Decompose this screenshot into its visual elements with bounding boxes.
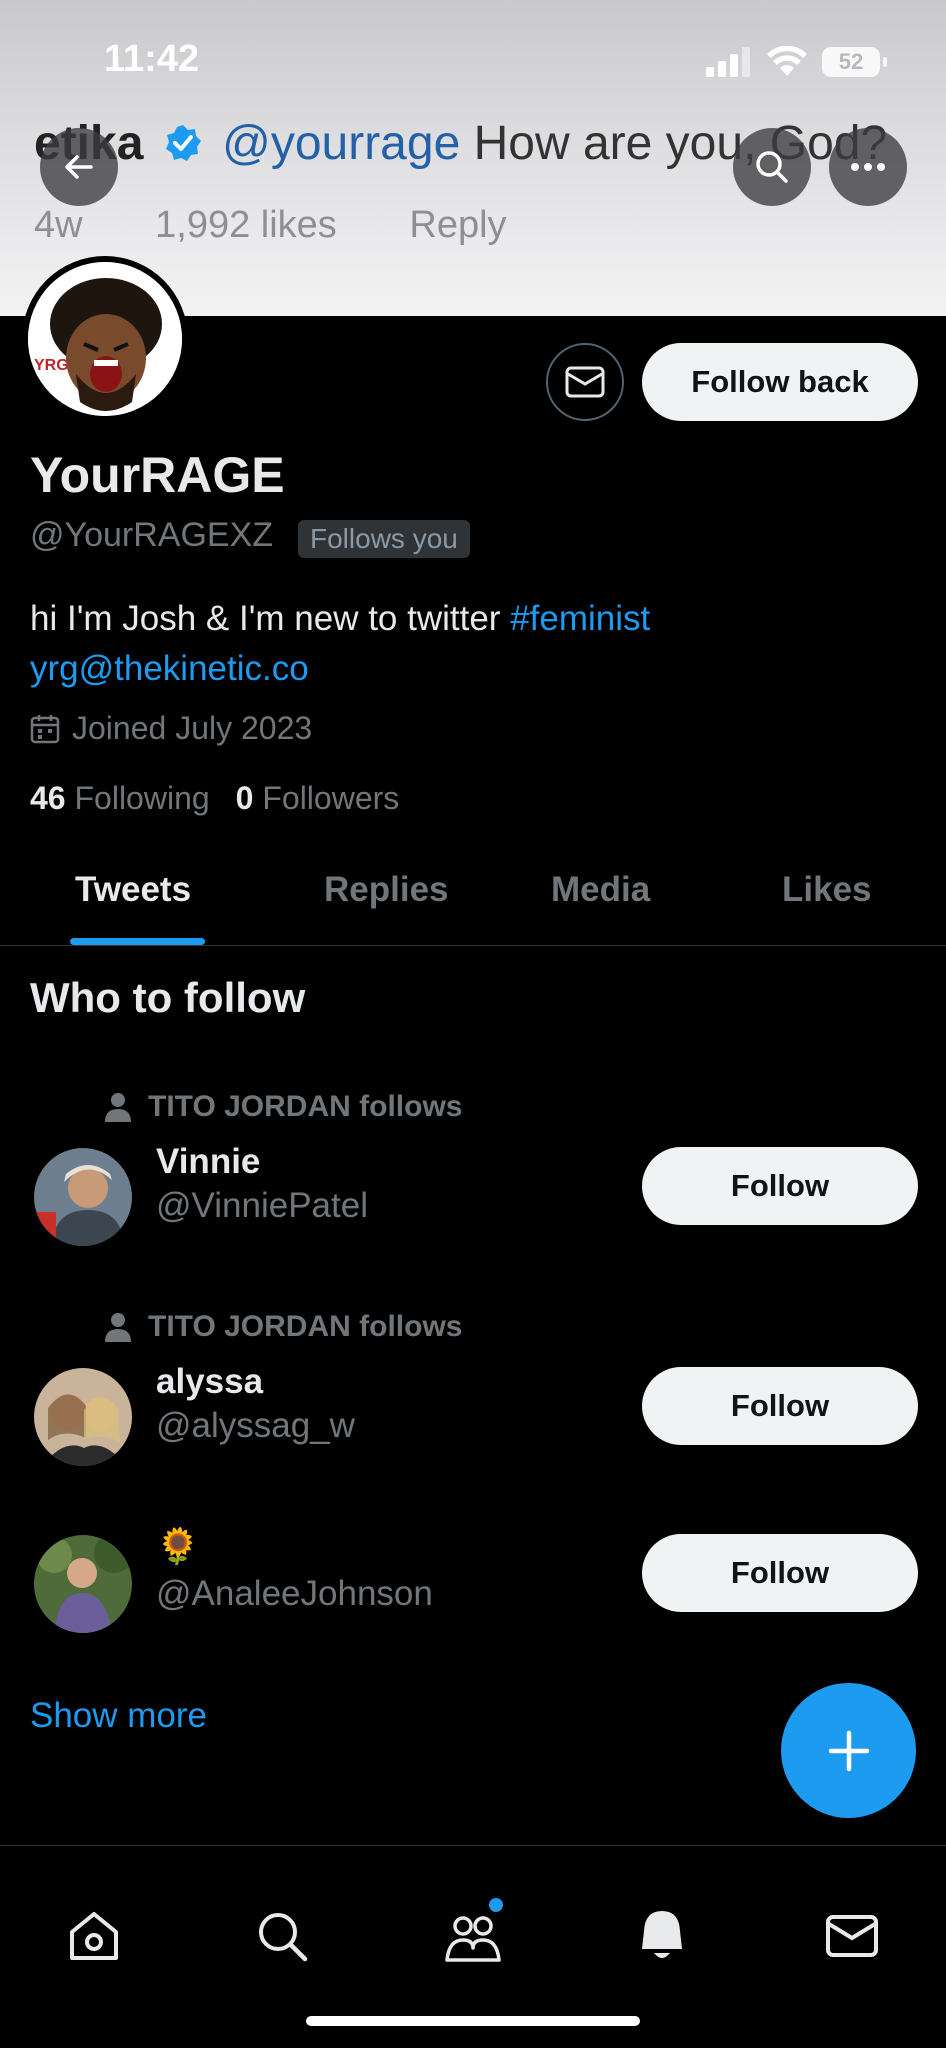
- profile-bio: hi I'm Josh & I'm new to twitter #femini…: [30, 594, 650, 694]
- compose-tweet-button[interactable]: [781, 1683, 916, 1818]
- status-icons: 52: [706, 46, 887, 78]
- search-icon: [756, 151, 788, 183]
- suggestion-handle[interactable]: @AnaleeJohnson: [156, 1574, 433, 1614]
- calendar-icon: [30, 714, 60, 743]
- following-stat[interactable]: 46 Following: [30, 780, 210, 817]
- follow-stats: 46 Following 0 Followers: [30, 780, 399, 817]
- active-tab-indicator: [70, 938, 205, 945]
- follow-back-button[interactable]: Follow back: [642, 343, 918, 421]
- suggestion-handle[interactable]: @VinniePatel: [156, 1186, 368, 1226]
- bio-email-link[interactable]: yrg@thekinetic.co: [30, 644, 650, 694]
- tab-likes[interactable]: Likes: [782, 870, 872, 910]
- suggestion-avatar[interactable]: [34, 1148, 132, 1246]
- nav-communities[interactable]: [441, 1898, 505, 1968]
- background-tweet-likes: 1,992 likes: [155, 204, 337, 246]
- notifications-icon: [642, 1911, 682, 1958]
- nav-notifications[interactable]: [630, 1904, 694, 1968]
- suggestion-name[interactable]: 🌻: [156, 1526, 200, 1567]
- battery-indicator: 52: [822, 47, 887, 77]
- background-tweet-age: 4w: [34, 204, 83, 246]
- profile-avatar[interactable]: YRG: [22, 256, 188, 422]
- profile-display-name: YourRAGE: [30, 447, 285, 503]
- joined-date: Joined July 2023: [30, 710, 312, 747]
- bio-hashtag-link[interactable]: #feminist: [510, 599, 650, 638]
- message-button[interactable]: [546, 343, 624, 421]
- tab-replies[interactable]: Replies: [324, 870, 449, 910]
- messages-icon: [826, 1915, 878, 1957]
- verified-badge-icon: [165, 125, 201, 161]
- suggestion-avatar[interactable]: [34, 1368, 132, 1466]
- avatar-photo: [34, 1368, 132, 1466]
- tab-media[interactable]: Media: [551, 870, 650, 910]
- tab-tweets[interactable]: Tweets: [75, 870, 191, 910]
- back-arrow-icon: [65, 155, 93, 179]
- plus-icon: [828, 1730, 869, 1771]
- suggestion-avatar[interactable]: [34, 1535, 132, 1633]
- notification-dot: [489, 1898, 503, 1912]
- back-button[interactable]: [40, 128, 118, 206]
- follow-button[interactable]: Follow: [642, 1147, 918, 1225]
- home-icon: [70, 1912, 118, 1960]
- followers-label: Followers: [262, 780, 400, 816]
- follows-you-badge: Follows you: [298, 520, 470, 558]
- wifi-icon: [767, 46, 807, 76]
- search-button[interactable]: [733, 128, 811, 206]
- suggestion-context: TITO JORDAN follows: [104, 1310, 462, 1344]
- envelope-icon: [565, 366, 605, 398]
- follow-button[interactable]: Follow: [642, 1367, 918, 1445]
- suggestion-context-text: TITO JORDAN follows: [148, 1310, 463, 1343]
- suggestion-handle[interactable]: @alyssag_w: [156, 1406, 355, 1446]
- background-tweet-meta: 4w 1,992 likes Reply: [34, 204, 569, 247]
- follow-button[interactable]: Follow: [642, 1534, 918, 1612]
- status-time: 11:42: [104, 38, 200, 80]
- cellular-signal-icon: [706, 47, 750, 77]
- nav-search[interactable]: [250, 1904, 314, 1968]
- more-dots-icon: [851, 163, 885, 171]
- suggestion-context: TITO JORDAN follows: [104, 1090, 462, 1124]
- background-tweet-mention: @yourrage: [222, 117, 461, 170]
- svg-text:YRG: YRG: [34, 357, 69, 374]
- following-count: 46: [30, 780, 66, 816]
- background-tweet-text: How are you, God?: [473, 117, 888, 170]
- suggestion-context-text: TITO JORDAN follows: [148, 1090, 463, 1123]
- profile-tabs: Tweets Replies Media Likes: [0, 850, 946, 946]
- person-icon: [105, 1313, 131, 1342]
- who-to-follow-title: Who to follow: [30, 974, 306, 1021]
- followers-stat[interactable]: 0 Followers: [236, 780, 400, 817]
- joined-text: Joined July 2023: [72, 710, 313, 746]
- followers-count: 0: [235, 780, 254, 816]
- following-label: Following: [74, 780, 210, 816]
- show-more-link[interactable]: Show more: [30, 1696, 207, 1736]
- nav-messages[interactable]: [820, 1904, 884, 1968]
- communities-icon: [445, 1916, 501, 1962]
- search-icon: [259, 1913, 308, 1962]
- person-icon: [105, 1093, 131, 1122]
- avatar-illustration: YRG: [28, 262, 182, 416]
- profile-handle: @YourRAGEXZ: [30, 516, 274, 554]
- avatar-photo: [34, 1148, 132, 1246]
- suggestion-name[interactable]: Vinnie: [156, 1142, 260, 1182]
- more-options-button[interactable]: [829, 128, 907, 206]
- home-indicator[interactable]: [306, 2016, 640, 2026]
- suggestion-name[interactable]: alyssa: [156, 1362, 263, 1402]
- avatar-photo: [34, 1535, 132, 1633]
- nav-home[interactable]: [62, 1904, 126, 1968]
- bio-text: hi I'm Josh & I'm new to twitter: [30, 599, 501, 638]
- background-tweet-reply: Reply: [409, 204, 507, 246]
